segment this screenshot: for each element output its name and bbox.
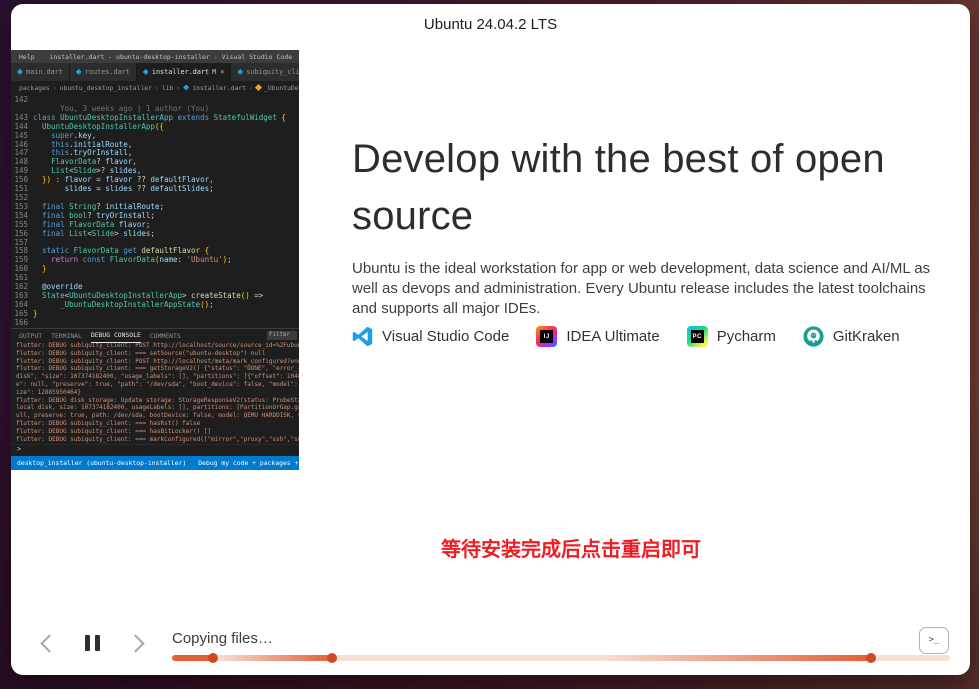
code-line: 156 final List<Slide> slides;: [11, 230, 299, 239]
tool-label: Pycharm: [717, 328, 776, 345]
console-line: flutter: DEBUG subiquity_client: === mar…: [16, 436, 299, 444]
dart-file-icon: [76, 69, 82, 75]
vscode-statusbar: desktop_installer (ubuntu-desktop-instal…: [11, 456, 299, 470]
console-line: flutter: DEBUG subiquity_client: === set…: [16, 350, 299, 358]
code-text: }: [33, 265, 47, 274]
console-line: flutter: DEBUG subiquity_client: POST ht…: [16, 342, 299, 350]
tool-gitkraken: GitKraken: [803, 326, 900, 347]
code-text: }: [33, 310, 38, 319]
breadcrumb-item[interactable]: packages: [19, 84, 50, 92]
tab-label: main.dart: [26, 68, 63, 76]
ide-logo-row: Visual Studio Code IJ IDEA Ultimate PC P…: [352, 326, 900, 347]
code-line: 159 return const FlavorData(name: 'Ubunt…: [11, 256, 299, 265]
install-status-text: Copying files…: [172, 630, 273, 647]
gitkraken-icon: [803, 326, 824, 347]
vscode-screenshot: Help installer.dart - ubuntu-desktop-ins…: [11, 50, 299, 470]
code-line: 166: [11, 319, 299, 328]
terminal-button[interactable]: >_: [919, 627, 949, 654]
statusbar-debug-mode: Debug my code + packages + SDK: [198, 459, 299, 467]
console-line: e": null, "preserve": true, "path": "/de…: [16, 381, 299, 389]
tab-label: subiquity_client.dart: [246, 68, 299, 76]
breadcrumb-separator: ›: [155, 84, 159, 92]
breadcrumb-separator: ›: [249, 84, 253, 92]
tab-label: installer.dart: [152, 68, 209, 76]
tool-vscode: Visual Studio Code: [352, 326, 509, 347]
breadcrumb-separator: ›: [176, 84, 180, 92]
console-line: ull, preserve: true, path: /dev/sda, boo…: [16, 412, 299, 420]
editor-tab[interactable]: main.dart: [11, 63, 70, 81]
code-line: 151 slides = slides ?? defaultSlides;: [11, 185, 299, 194]
previous-slide-button[interactable]: [40, 634, 58, 652]
vscode-window-title: installer.dart - ubuntu-desktop-installe…: [43, 53, 299, 61]
vscode-titlebar: Help installer.dart - ubuntu-desktop-ins…: [11, 50, 299, 63]
code-text: slides = slides ?? defaultSlides;: [33, 185, 214, 194]
dart-file-icon: [143, 69, 149, 75]
breadcrumb-item[interactable]: lib: [162, 84, 174, 92]
dart-file-icon: [237, 69, 243, 75]
installer-window: Ubuntu 24.04.2 LTS Help installer.dart -…: [11, 4, 970, 675]
terminal-icon: >_: [929, 636, 940, 645]
line-number: 166: [11, 319, 33, 328]
panel-tab-comments: COMMENTS: [150, 329, 181, 342]
progress-dot: [866, 653, 876, 663]
console-line: flutter: DEBUG disk_storage: Update stor…: [16, 397, 299, 405]
breadcrumb: packages›ubuntu_desktop_installer›lib›in…: [11, 81, 299, 94]
panel-tab-terminal: TERMINAL: [51, 329, 82, 342]
code-line: 160 }: [11, 265, 299, 274]
code-text: final List<Slide> slides;: [33, 230, 155, 239]
filter-input: Filter: [267, 331, 297, 340]
tab-label: routes.dart: [85, 68, 130, 76]
breadcrumb-item[interactable]: ubuntu_desktop_installer: [60, 84, 152, 92]
statusbar-launch-config: desktop_installer (ubuntu-desktop-instal…: [17, 459, 186, 467]
install-progress-bar: [172, 655, 950, 661]
tool-label: Visual Studio Code: [382, 328, 509, 345]
pycharm-icon: PC: [687, 326, 708, 347]
code-editor: 142 You, 3 weeks ago | 1 author (You)143…: [11, 94, 299, 328]
console-line: flutter: DEBUG subiquity_client: POST ht…: [16, 358, 299, 366]
console-line: disk", "size": 107374182400, "usage_labe…: [16, 373, 299, 381]
console-line: local disk, size: 107374182400, usageLab…: [16, 404, 299, 412]
progress-dot: [208, 653, 218, 663]
code-line: 164 _UbuntuDesktopInstallerAppState();: [11, 301, 299, 310]
panel-tab-debug-console: DEBUG CONSOLE: [91, 329, 141, 343]
code-line: 165}: [11, 310, 299, 319]
symbol-icon: [255, 84, 262, 91]
idea-icon: IJ: [536, 326, 557, 347]
tool-label: IDEA Ultimate: [566, 328, 659, 345]
code-text: _UbuntuDesktopInstallerAppState();: [33, 301, 214, 310]
breadcrumb-item[interactable]: _UbuntuDesktopInstallerAppStat: [264, 84, 299, 92]
dart-file-icon: [17, 69, 23, 75]
close-icon[interactable]: ×: [220, 68, 224, 76]
progress-dot: [327, 653, 337, 663]
breadcrumb-separator: ›: [53, 84, 57, 92]
editor-tab[interactable]: routes.dart: [70, 63, 137, 81]
console-line: flutter: DEBUG subiquity_client: === has…: [16, 428, 299, 436]
restart-note: 等待安装完成后点击重启即可: [441, 536, 701, 564]
pause-slideshow-button[interactable]: [85, 635, 100, 651]
console-line: flutter: DEBUG subiquity_client: === has…: [16, 420, 299, 428]
vscode-help-menu: Help: [11, 53, 43, 61]
breadcrumb-item[interactable]: installer.dart: [192, 84, 246, 92]
slide-title: Develop with the best of open source: [352, 131, 942, 245]
panel-tab-bar: OUTPUT TERMINAL DEBUG CONSOLE COMMENTS F…: [11, 328, 299, 342]
tool-pycharm: PC Pycharm: [687, 326, 776, 347]
slide-body: Ubuntu is the ideal workstation for app …: [352, 259, 940, 319]
tool-label: GitKraken: [833, 328, 900, 345]
console-line: flutter: DEBUG subiquity_client: === get…: [16, 365, 299, 373]
vscode-icon: [352, 326, 373, 347]
editor-tab-bar: main.dart routes.dart installer.dartM × subi…: [11, 63, 299, 81]
next-slide-button[interactable]: [126, 634, 144, 652]
debug-console-output: flutter: DEBUG subiquity_client: POST ht…: [11, 342, 299, 444]
panel-tab-output: OUTPUT: [19, 329, 42, 342]
dart-file-icon: [183, 85, 189, 91]
window-title: Ubuntu 24.04.2 LTS: [11, 16, 970, 33]
editor-tab[interactable]: installer.dartM ×: [137, 63, 231, 81]
code-text: return const FlavorData(name: 'Ubuntu');: [33, 256, 232, 265]
console-line: ize": 12885950464}: [16, 389, 299, 397]
editor-tab[interactable]: subiquity_client.dart: [231, 63, 299, 81]
tool-idea: IJ IDEA Ultimate: [536, 326, 659, 347]
git-modified-badge: M: [212, 68, 216, 76]
line-number: 142: [11, 96, 33, 105]
